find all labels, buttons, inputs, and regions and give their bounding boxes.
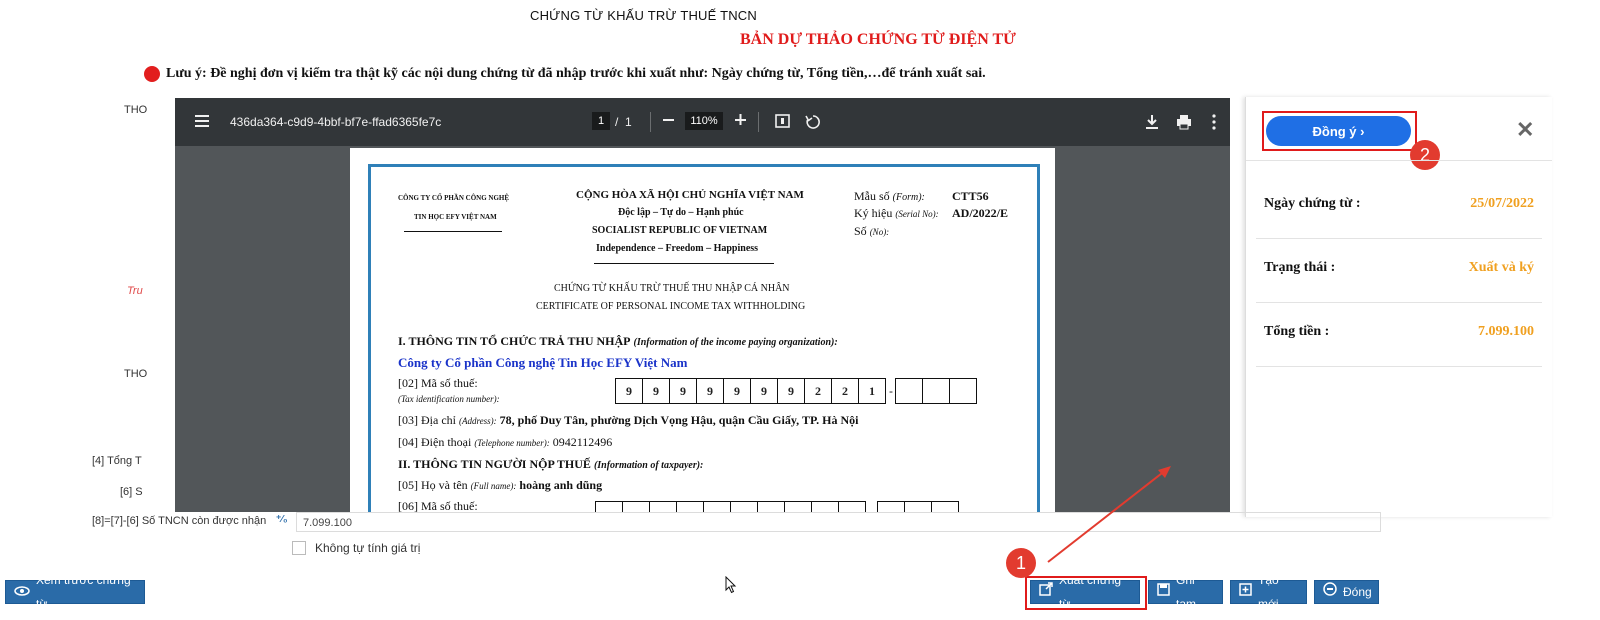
eye-icon [14, 580, 30, 604]
serial-label: Ký hiệu (Serial No): [854, 206, 939, 220]
info-label: Ngày chứng từ : [1264, 196, 1361, 211]
pdf-toolbar: 436da364-c9d9-4bbf-bf7e-ffad6365fe7c 1 /… [175, 98, 1230, 146]
create-new-button[interactable]: Tạo mới [1230, 573, 1307, 611]
taxpayer-tax-boxes [595, 501, 959, 512]
info-value: 7.099.100 [1478, 324, 1534, 339]
info-value: 25/07/2022 [1470, 196, 1534, 211]
step-badge-1: 1 [1006, 548, 1036, 578]
auto-calc-label: Không tự tính giá trị [315, 541, 421, 555]
tax-digit: 9 [696, 378, 724, 404]
doc-title-vn: CHỨNG TỪ KHẤU TRỪ THUẾ THU NHẬP CÁ NHÂN [554, 283, 790, 294]
calc-icon: ⁺⁄₀ [276, 514, 288, 525]
close-button[interactable]: Đóng [1314, 580, 1379, 604]
preview-button[interactable]: Xem trước chứng từ [5, 573, 145, 611]
tax-digit: 9 [750, 378, 778, 404]
divider [594, 263, 774, 264]
draft-title: BẢN DỰ THẢO CHỨNG TỪ ĐIỆN TỬ [740, 31, 1016, 48]
page-separator: / [615, 115, 619, 129]
nation-line-3: SOCIALIST REPUBLIC OF VIETNAM [592, 225, 768, 236]
close-icon[interactable]: ✕ [1516, 117, 1534, 143]
tax-digit: 9 [669, 378, 697, 404]
tax-id-label-en: (Tax identification number): [398, 394, 500, 404]
page-total: 1 [625, 115, 632, 129]
zoom-input[interactable]: 110% [685, 112, 723, 130]
auto-calc-checkbox[interactable] [292, 541, 306, 555]
bg-label: Tru [127, 285, 143, 297]
pdf-page: CÔNG TY CỔ PHẦN CÔNG NGHỆ TIN HỌC EFY VI… [350, 148, 1055, 512]
serial-value: AD/2022/E [952, 206, 1009, 220]
tax-digit: 1 [858, 378, 886, 404]
more-options-icon[interactable] [1212, 114, 1216, 134]
form-value: CTT56 [952, 189, 989, 203]
menu-icon[interactable] [195, 114, 211, 132]
page-number-input[interactable]: 1 [592, 112, 610, 130]
close-circle-icon [1323, 580, 1337, 604]
divider [404, 231, 502, 232]
plus-square-icon [1239, 580, 1252, 604]
red-dot-icon [144, 66, 160, 82]
tax-id-boxes: 9 9 9 9 9 9 9 2 2 1 - [615, 378, 977, 404]
download-icon[interactable] [1145, 114, 1159, 134]
tax-digit: 9 [723, 378, 751, 404]
highlight-box [1025, 576, 1147, 610]
section-1-heading: I. THÔNG TIN TỔ CHỨC TRẢ THU NHẬP (Infor… [398, 334, 838, 348]
doc-title-en: CERTIFICATE OF PERSONAL INCOME TAX WITHH… [536, 301, 806, 312]
warning-note-text: Lưu ý: Đề nghị đơn vị kiểm tra thật kỹ c… [166, 66, 986, 81]
print-icon[interactable] [1176, 114, 1192, 134]
page-title: CHỨNG TỪ KHẤU TRỪ THUẾ TNCN [530, 8, 757, 23]
bg-label: THO [124, 104, 148, 116]
nation-line-2: Độc lập – Tự do – Hạnh phúc [618, 207, 744, 218]
step-badge-2: 2 [1410, 140, 1440, 170]
zoom-out-icon[interactable] [663, 113, 675, 131]
section-2-heading: II. THÔNG TIN NGƯỜI NỘP THUẾ (Informatio… [398, 457, 704, 471]
row8-label: [8]=[7]-[6] Số TNCN còn được nhận [92, 515, 267, 527]
bg-label: [6] S [120, 486, 143, 498]
company-name: Công ty Cổ phần Công nghệ Tin Học EFY Vi… [398, 355, 688, 370]
info-row: Tổng tiền : 7.099.100 [1256, 302, 1542, 367]
bg-label: THO [124, 368, 148, 380]
fit-page-icon[interactable] [775, 114, 791, 132]
phone-line: [04] Điện thoại (Telephone number): 0942… [398, 435, 613, 449]
info-row: Ngày chứng từ : 25/07/2022 [1256, 174, 1542, 239]
tax-digit: 9 [615, 378, 643, 404]
save-draft-button[interactable]: Ghi tạm [1148, 573, 1223, 611]
info-label: Trạng thái : [1264, 260, 1336, 275]
info-value: Xuất và ký [1468, 260, 1534, 275]
nation-line-1: CỘNG HÒA XÃ HỘI CHỦ NGHĨA VIỆT NAM [576, 189, 804, 201]
warning-note: Lưu ý: Đề nghị đơn vị kiểm tra thật kỹ c… [144, 66, 986, 82]
zoom-in-icon[interactable] [735, 113, 747, 131]
number-label: Số (No): [854, 224, 890, 238]
taxpayer-tax-label: [06] Mã số thuế: [398, 499, 478, 512]
mouse-cursor-icon [725, 575, 737, 599]
rotate-icon[interactable] [805, 114, 821, 134]
save-icon [1157, 580, 1170, 604]
company-header-2: TIN HỌC EFY VIỆT NAM [414, 213, 497, 221]
tax-digit: 2 [831, 378, 859, 404]
tax-id-label: [02] Mã số thuế: [398, 376, 478, 390]
tax-digit: 9 [642, 378, 670, 404]
tax-digit: 9 [777, 378, 805, 404]
confirm-panel: Đồng ý › 2 ✕ Ngày chứng từ : 25/07/2022 … [1245, 97, 1552, 517]
form-label: Mẫu số (Form): [854, 189, 925, 203]
info-label: Tổng tiền : [1264, 324, 1330, 339]
info-row: Trạng thái : Xuất và ký [1256, 238, 1542, 303]
annotation-arrow [1047, 466, 1171, 563]
fullname-line: [05] Họ và tên (Full name): hoàng anh dũ… [398, 478, 603, 492]
nation-line-4: Independence – Freedom – Happiness [596, 243, 759, 254]
tax-digit: 2 [804, 378, 832, 404]
file-name: 436da364-c9d9-4bbf-bf7e-ffad6365fe7c [230, 115, 442, 129]
bg-label: [4] Tổng T [92, 455, 142, 467]
company-header-1: CÔNG TY CỔ PHẦN CÔNG NGHỆ [398, 194, 510, 202]
pdf-viewer: 436da364-c9d9-4bbf-bf7e-ffad6365fe7c 1 /… [175, 98, 1230, 512]
address-line: [03] Địa chỉ (Address): 78, phố Duy Tân,… [398, 413, 859, 427]
highlight-box [1262, 111, 1417, 151]
row8-input[interactable]: 7.099.100 [296, 512, 1381, 532]
